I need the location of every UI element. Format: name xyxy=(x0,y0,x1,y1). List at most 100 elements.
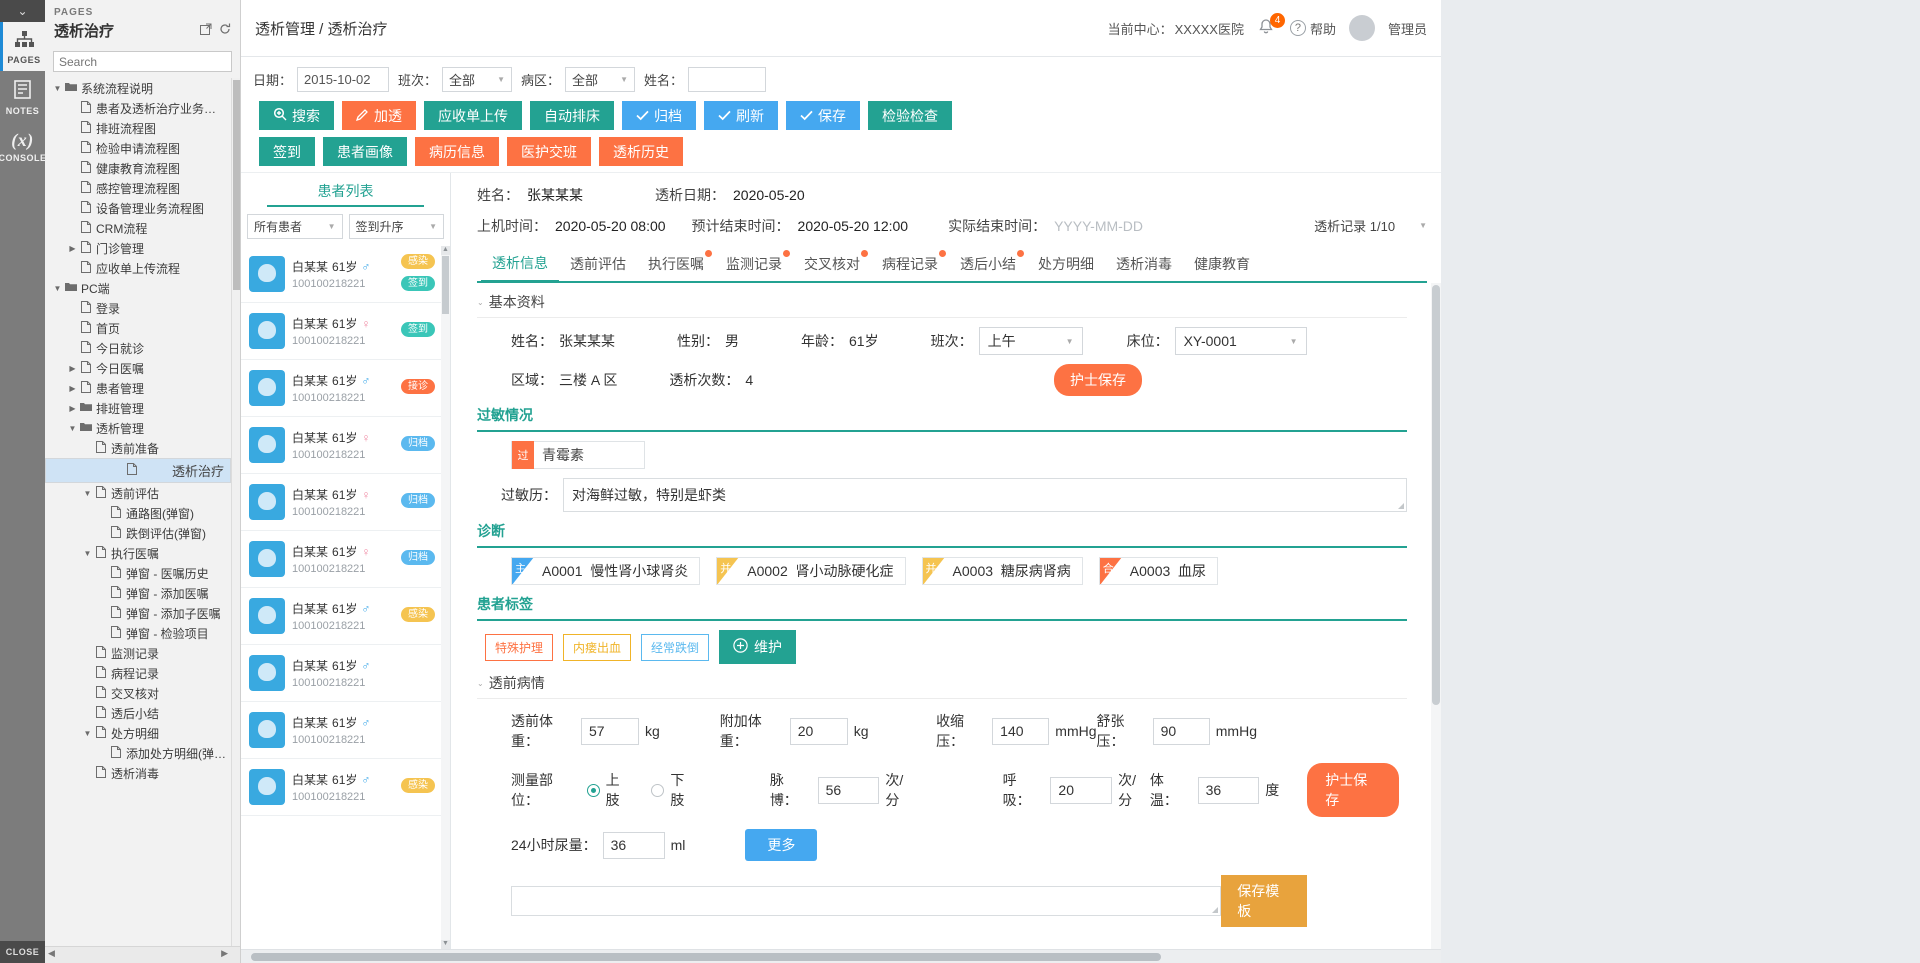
toolbar-button-归档[interactable]: 归档 xyxy=(622,101,696,130)
ward-select[interactable]: 全部 ▼ xyxy=(565,67,636,92)
allergy-history-textarea[interactable]: 对海鲜过敏，特别是虾类 xyxy=(563,478,1407,512)
tree-node-6[interactable]: 设备管理业务流程图 xyxy=(45,198,231,218)
help-button[interactable]: ? 帮助 xyxy=(1289,19,1336,38)
tree-node-26[interactable]: 弹窗 - 添加子医嘱 xyxy=(45,603,231,623)
dbp-input[interactable]: 90 xyxy=(1152,717,1210,745)
tree-node-32[interactable]: ▼ 处方明细 xyxy=(45,723,231,743)
toolbar-button-应收单上传[interactable]: 应收单上传 xyxy=(424,101,522,130)
patient-list-item[interactable]: 白某某 61岁 ♀ 100100218221 归档 xyxy=(241,531,441,588)
tree-node-2[interactable]: 排班流程图 xyxy=(45,118,231,138)
toolbar-button-透析历史[interactable]: 透析历史 xyxy=(599,137,683,166)
tree-node-15[interactable]: ▶ 患者管理 xyxy=(45,378,231,398)
tree-twisty-icon[interactable]: ▶ xyxy=(66,404,79,413)
patient-list-item[interactable]: 白某某 61岁 ♂ 100100218221 接诊 xyxy=(241,360,441,417)
canvas-horizontal-scrollbar[interactable] xyxy=(241,949,1441,963)
avatar[interactable] xyxy=(1348,15,1375,41)
patient-filter-select[interactable]: 所有患者 ▼ xyxy=(247,214,343,239)
tree-twisty-icon[interactable]: ▶ xyxy=(66,244,79,253)
tree-twisty-icon[interactable]: ▼ xyxy=(66,424,79,433)
pages-tree-hscroll[interactable]: ◀ ▶ xyxy=(45,946,240,963)
allergy-chip[interactable]: 过 青霉素 xyxy=(511,441,645,469)
patient-tag-chip[interactable]: 经常跌倒 xyxy=(641,633,710,661)
tree-twisty-icon[interactable]: ▼ xyxy=(51,284,64,293)
diagnosis-chip[interactable]: 主 A0001 慢性肾小球肾炎 xyxy=(511,557,701,585)
tree-node-17[interactable]: ▼ 透析管理 xyxy=(45,418,231,438)
tree-node-29[interactable]: 病程记录 xyxy=(45,663,231,683)
extra-weight-input[interactable]: 20 xyxy=(789,717,848,745)
tree-node-22[interactable]: 跌倒评估(弹窗) xyxy=(45,523,231,543)
diagnosis-chip[interactable]: 并 A0003 糖尿病肾病 xyxy=(921,557,1083,585)
patient-list-item[interactable]: 白某某 61岁 ♀ 100100218221 归档 xyxy=(241,417,441,474)
tree-twisty-icon[interactable]: ▼ xyxy=(81,729,94,738)
tree-twisty-icon[interactable]: ▼ xyxy=(81,489,94,498)
tree-node-7[interactable]: CRM流程 xyxy=(45,218,231,238)
resp-input[interactable]: 20 xyxy=(1050,776,1113,804)
urine-input[interactable]: 36 xyxy=(602,831,665,859)
rail-item-console[interactable]: (x) CONSOLE xyxy=(0,122,46,169)
remark-textarea[interactable] xyxy=(511,886,1222,916)
tab-交叉核对[interactable]: 交叉核对 xyxy=(793,248,871,281)
shift-select[interactable]: 全部 ▼ xyxy=(442,67,513,92)
diagnosis-chip[interactable]: 并 A0002 肾小动脉硬化症 xyxy=(716,557,906,585)
tree-node-12[interactable]: 首页 xyxy=(45,318,231,338)
pre-weight-input[interactable]: 57 xyxy=(580,717,640,745)
tree-node-1[interactable]: 患者及透析治疗业务流程 xyxy=(45,98,231,118)
temp-input[interactable]: 36 xyxy=(1197,776,1260,804)
tree-twisty-icon[interactable]: ▼ xyxy=(51,84,64,93)
patient-list-item[interactable]: 白某某 61岁 ♀ 100100218221 签到 xyxy=(241,303,441,360)
tree-node-11[interactable]: 登录 xyxy=(45,298,231,318)
toolbar-button-医护交班[interactable]: 医护交班 xyxy=(507,137,591,166)
basic-info-header[interactable]: ⌄ 基本资料 xyxy=(477,292,1407,312)
maintain-tags-button[interactable]: 维护 xyxy=(719,630,797,664)
patient-sort-select[interactable]: 签到升序 ▼ xyxy=(348,214,444,239)
radio-lower[interactable]: 下肢 xyxy=(651,770,698,810)
nurse-save-button-pre[interactable]: 护士保存 xyxy=(1307,763,1400,817)
pages-search[interactable] xyxy=(53,51,232,72)
patient-list-scrollbar[interactable]: ▲ ▼ xyxy=(441,246,450,949)
toolbar-button-搜索[interactable]: 搜索 xyxy=(259,101,334,130)
tree-node-8[interactable]: ▶ 门诊管理 xyxy=(45,238,231,258)
tree-node-5[interactable]: 感控管理流程图 xyxy=(45,178,231,198)
refresh-icon[interactable] xyxy=(219,23,231,38)
toolbar-button-病历信息[interactable]: 病历信息 xyxy=(415,137,499,166)
tree-twisty-icon[interactable]: ▼ xyxy=(81,549,94,558)
more-button[interactable]: 更多 xyxy=(745,829,818,861)
tree-node-0[interactable]: ▼ 系统流程说明 xyxy=(45,78,231,98)
scrollbar-thumb[interactable] xyxy=(442,256,449,314)
search-input[interactable] xyxy=(53,51,232,72)
date-input[interactable]: 2015-10-02 xyxy=(297,67,390,92)
tree-twisty-icon[interactable]: ▶ xyxy=(66,364,79,373)
close-panel-button[interactable]: CLOSE xyxy=(0,941,45,963)
tree-node-19[interactable]: 透析治疗 xyxy=(45,458,231,483)
tree-node-24[interactable]: 弹窗 - 医嘱历史 xyxy=(45,563,231,583)
patient-list-item[interactable]: 白某某 61岁 ♂ 100100218221 感染 xyxy=(241,588,441,645)
save-template-button[interactable]: 保存模板 xyxy=(1221,875,1307,927)
tree-node-25[interactable]: 弹窗 - 添加医嘱 xyxy=(45,583,231,603)
tree-node-16[interactable]: ▶ 排班管理 xyxy=(45,398,231,418)
patient-list-item[interactable]: 白某某 61岁 ♂ 100100218221 xyxy=(241,702,441,759)
scroll-right-icon[interactable]: ▶ xyxy=(221,948,228,959)
toolbar-button-自动排床[interactable]: 自动排床 xyxy=(530,101,614,130)
tab-执行医嘱[interactable]: 执行医嘱 xyxy=(637,248,715,281)
tab-病程记录[interactable]: 病程记录 xyxy=(871,248,949,281)
name-input[interactable] xyxy=(688,67,767,92)
scroll-down-icon[interactable]: ▼ xyxy=(441,940,450,949)
tree-node-31[interactable]: 透后小结 xyxy=(45,703,231,723)
dialysis-record-select[interactable]: 透析记录 1/10 ▼ xyxy=(1314,216,1427,235)
tree-node-27[interactable]: 弹窗 - 检验项目 xyxy=(45,623,231,643)
tab-监测记录[interactable]: 监测记录 xyxy=(715,248,793,281)
tab-透析消毒[interactable]: 透析消毒 xyxy=(1105,248,1183,281)
patient-tag-chip[interactable]: 特殊护理 xyxy=(485,633,554,661)
tree-node-23[interactable]: ▼ 执行医嘱 xyxy=(45,543,231,563)
tree-node-34[interactable]: 透析消毒 xyxy=(45,763,231,783)
tree-node-18[interactable]: 透前准备 xyxy=(45,438,231,458)
tree-node-3[interactable]: 检验申请流程图 xyxy=(45,138,231,158)
pages-tree-scrollbar[interactable] xyxy=(231,78,240,946)
tab-健康教育[interactable]: 健康教育 xyxy=(1183,248,1261,281)
tab-透后小结[interactable]: 透后小结 xyxy=(949,248,1027,281)
patient-list-item[interactable]: 白某某 61岁 ♀ 100100218221 归档 xyxy=(241,474,441,531)
tree-node-28[interactable]: 监测记录 xyxy=(45,643,231,663)
scrollbar-thumb[interactable] xyxy=(1432,285,1440,705)
actual-end-value[interactable]: YYYY-MM-DD xyxy=(1054,218,1143,234)
tree-node-21[interactable]: 通路图(弹窗) xyxy=(45,503,231,523)
